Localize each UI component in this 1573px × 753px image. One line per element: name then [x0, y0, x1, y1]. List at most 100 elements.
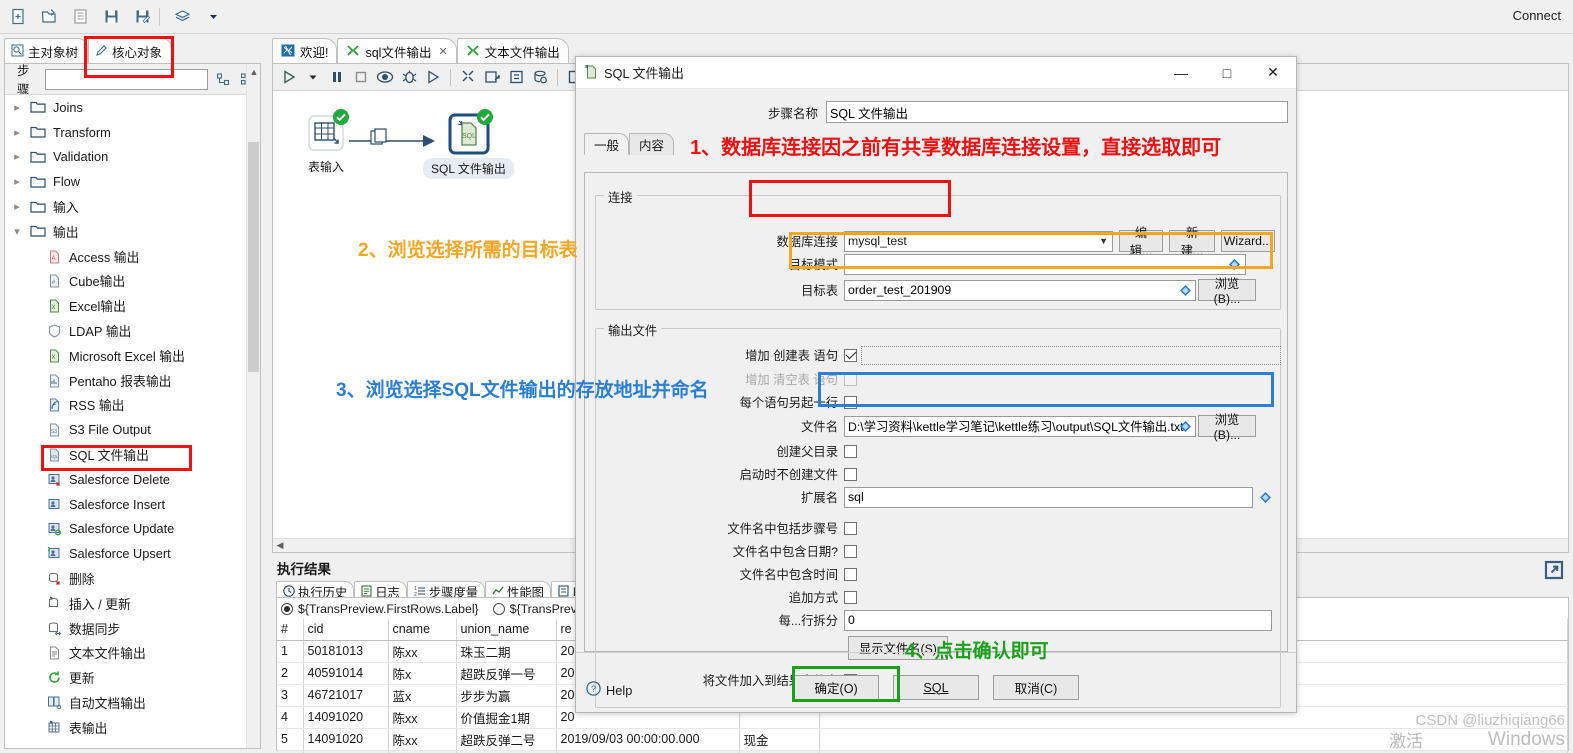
target-schema-input[interactable] — [844, 253, 1246, 275]
step-name-input[interactable] — [826, 101, 1288, 123]
tree-item-step[interactable]: RSS 输出 — [5, 393, 260, 418]
analyze-icon[interactable] — [480, 65, 504, 89]
canvas-node-table-input[interactable]: 表输入 — [305, 109, 349, 175]
layers-icon[interactable] — [169, 4, 195, 30]
chevron-down-icon[interactable]: ▾ — [7, 225, 27, 238]
tree-item-step[interactable]: S3 S3 File Output — [5, 417, 260, 442]
collapse-all-icon[interactable] — [214, 69, 232, 89]
save-icon[interactable] — [98, 4, 124, 30]
ok-button[interactable]: 确定(O) — [793, 675, 879, 700]
extension-input[interactable] — [844, 486, 1253, 508]
close-icon[interactable]: ✕ — [438, 45, 447, 58]
include-stepnr-checkbox[interactable] — [844, 521, 857, 535]
minimize-icon[interactable]: — — [1158, 57, 1204, 89]
no-file-at-start-checkbox[interactable] — [844, 467, 857, 481]
browse-file-button[interactable]: 浏览(B)... — [1198, 413, 1256, 442]
dialog-titlebar[interactable]: SQL 文件输出 — □ ✕ — [576, 57, 1296, 89]
run-dropdown-icon[interactable] — [301, 65, 325, 89]
radio-last-rows[interactable] — [492, 602, 505, 615]
add-create-table-field[interactable] — [861, 345, 1281, 365]
append-mode-checkbox[interactable] — [844, 590, 857, 604]
create-parent-folder-checkbox[interactable] — [844, 444, 857, 458]
table-column-header[interactable]: # — [277, 619, 304, 641]
tab-core-objects[interactable]: 核心对象 — [88, 38, 173, 64]
tree-item-folder[interactable]: ▾ 输出 — [5, 219, 260, 244]
tree-item-step[interactable]: LDAP 输出 — [5, 318, 260, 343]
tree-item-step[interactable]: 表输出 — [5, 715, 260, 740]
step-tree[interactable]: ▸ Joins ▸ Transform ▸ Validation ▸ Flow ▸ 输入 ▾ 输出 A A… — [5, 94, 260, 748]
dropdown-arrow-icon[interactable] — [200, 4, 226, 30]
split-every-input[interactable] — [844, 609, 1272, 631]
variable-icon[interactable] — [1259, 491, 1272, 504]
scroll-left-arrow[interactable]: ◀ — [273, 539, 287, 553]
edit-connection-button[interactable]: 编辑... — [1119, 226, 1163, 258]
chevron-right-icon[interactable]: ▸ — [7, 101, 27, 114]
preview-icon[interactable] — [373, 65, 397, 89]
radio-first-rows[interactable] — [281, 602, 293, 615]
tree-item-step[interactable]: X Excel输出 — [5, 293, 260, 318]
debug-icon[interactable] — [397, 65, 421, 89]
add-truncate-table-checkbox[interactable] — [844, 372, 857, 386]
include-date-checkbox[interactable] — [844, 544, 857, 558]
table-row[interactable]: 5 14091020 陈xx 超跌反弹二号 2019/09/03 00:00:00.00… — [277, 728, 1568, 751]
chevron-right-icon[interactable]: ▸ — [7, 150, 27, 163]
canvas-node-sql-file-output[interactable]: SQL SQL 文件输出 — [423, 109, 514, 179]
cancel-button[interactable]: 取消(C) — [993, 675, 1079, 700]
tab-welcome[interactable]: 欢迎! — [272, 38, 338, 64]
browse-table-button[interactable]: 浏览(B)... — [1198, 277, 1256, 306]
sql-icon[interactable] — [504, 65, 528, 89]
tree-item-step[interactable]: 文本文件输出 — [5, 641, 260, 666]
new-connection-button[interactable]: 新建... — [1169, 226, 1215, 258]
sql-button[interactable]: SQL — [893, 675, 979, 700]
tree-item-step[interactable]: 删除 — [5, 566, 260, 591]
step-filter-input[interactable] — [45, 68, 209, 90]
run-icon[interactable] — [277, 65, 301, 89]
tree-item-step[interactable]: # Cube输出 — [5, 269, 260, 294]
pause-icon[interactable] — [325, 65, 349, 89]
inspect-icon[interactable] — [528, 65, 552, 89]
tree-item-step[interactable]: SQL SQL 文件输出 — [5, 442, 260, 467]
dialog-tab-content[interactable]: 内容 — [629, 133, 675, 155]
verify-icon[interactable] — [456, 65, 480, 89]
variable-icon[interactable] — [1228, 258, 1241, 271]
tree-item-step[interactable]: 自动文档输出 — [5, 690, 260, 715]
replay-icon[interactable] — [421, 65, 445, 89]
table-column-header[interactable]: union_name — [456, 619, 557, 641]
tree-item-step[interactable]: Salesforce Update — [5, 517, 260, 542]
tree-item-folder[interactable]: ▸ Validation — [5, 145, 260, 170]
scroll-up-arrow[interactable]: ▲ — [247, 64, 261, 80]
tree-item-step[interactable]: Salesforce Insert — [5, 492, 260, 517]
tree-item-step[interactable]: Salesforce Delete — [5, 467, 260, 492]
target-table-input[interactable] — [844, 279, 1196, 301]
tree-item-step[interactable]: 更新 — [5, 665, 260, 690]
tree-item-step[interactable]: Salesforce Upsert — [5, 541, 260, 566]
new-file-icon[interactable] — [5, 4, 31, 30]
tree-scrollbar[interactable]: ▲ — [246, 64, 260, 748]
tree-item-step[interactable]: A Access 输出 — [5, 244, 260, 269]
open-file-icon[interactable] — [36, 4, 62, 30]
explore-icon[interactable] — [67, 4, 93, 30]
dialog-tab-general[interactable]: 一般 — [584, 133, 630, 155]
scroll-thumb[interactable] — [248, 142, 259, 372]
tree-item-step[interactable]: 插入 / 更新 — [5, 591, 260, 616]
wizard-connection-button[interactable]: Wizard... — [1221, 230, 1275, 252]
table-column-header[interactable]: cid — [303, 619, 389, 641]
table-column-header[interactable]: cname — [388, 619, 457, 641]
filename-input[interactable] — [844, 415, 1196, 437]
close-icon[interactable]: ✕ — [1250, 57, 1296, 89]
tree-item-folder[interactable]: ▸ Flow — [5, 169, 260, 194]
tree-item-step[interactable]: X Microsoft Excel 输出 — [5, 343, 260, 368]
help-link[interactable]: ? Help — [586, 681, 632, 699]
tree-item-folder[interactable]: ▸ Joins — [5, 95, 260, 120]
chevron-right-icon[interactable]: ▸ — [7, 200, 27, 213]
chevron-right-icon[interactable]: ▸ — [7, 126, 27, 139]
tab-text-file-output[interactable]: 文本文件输出 — [456, 38, 569, 64]
tab-sql-file-output[interactable]: sql文件输出 ✕ — [337, 38, 457, 64]
include-time-checkbox[interactable] — [844, 567, 857, 581]
maximize-results-icon[interactable] — [1543, 559, 1565, 581]
stop-icon[interactable] — [349, 65, 373, 89]
variable-icon[interactable] — [1179, 284, 1192, 297]
save-as-icon[interactable] — [129, 4, 155, 30]
tree-item-step[interactable]: 数据同步 — [5, 616, 260, 641]
chevron-right-icon[interactable]: ▸ — [7, 175, 27, 188]
